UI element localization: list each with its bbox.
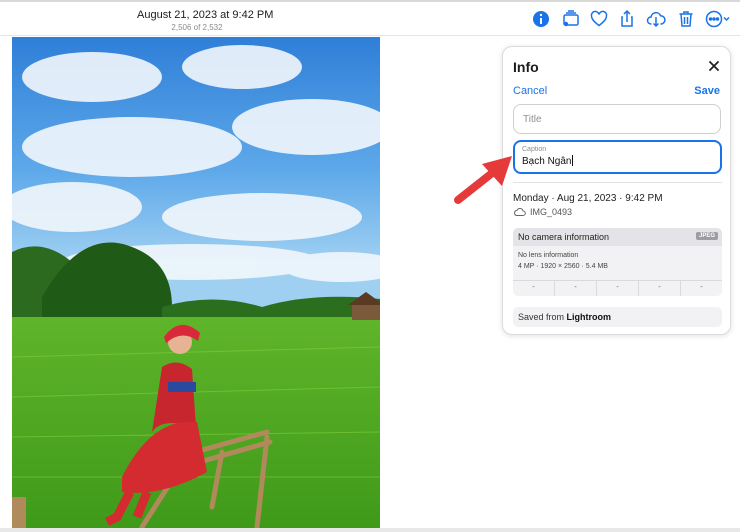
caption-field[interactable]: Caption Bạch Ngân [513, 140, 722, 174]
saved-prefix: Saved from [518, 312, 565, 322]
download-icon[interactable] [646, 9, 666, 29]
capture-date: Monday · Aug 21, 2023 · 9:42 PM [513, 193, 663, 204]
lens-info: No lens information [518, 252, 579, 259]
annotation-arrow-icon [454, 156, 512, 204]
info-panel: Info Cancel Save Title Caption Bạch Ngân… [502, 46, 731, 335]
image-specs: 4 MP · 1920 × 2560 · 5.4 MB [518, 263, 608, 270]
window-bottom-edge [0, 528, 740, 532]
caption-label: Caption [522, 146, 547, 153]
camera-name: No camera information [518, 232, 610, 242]
slideshow-icon[interactable] [561, 9, 581, 29]
caption-value: Bạch Ngân [522, 156, 572, 167]
icloud-icon [514, 208, 526, 216]
metric-ev: - [596, 281, 638, 296]
photo-date: August 21, 2023 at 9:42 PM [137, 9, 274, 21]
metric-aperture: - [638, 281, 680, 296]
toolbar: August 21, 2023 at 9:42 PM 2,506 of 2,53… [0, 2, 740, 36]
photo-header: August 21, 2023 at 9:42 PM 2,506 of 2,53… [137, 9, 274, 32]
trash-icon[interactable] [676, 9, 696, 29]
metric-shutter: - [680, 281, 722, 296]
info-title: Info [513, 59, 539, 75]
file-name: IMG_0493 [530, 207, 573, 217]
metric-iso: - [532, 284, 535, 291]
info-icon[interactable] [531, 9, 551, 29]
photo-count: 2,506 of 2,532 [171, 23, 223, 32]
photo-image[interactable] [12, 37, 380, 528]
camera-info: No camera information JPEG No lens infor… [513, 228, 722, 296]
exif-metrics: - - - - - [513, 280, 722, 296]
title-field[interactable]: Title [513, 104, 721, 134]
saved-app: Lightroom [566, 312, 612, 322]
more-icon[interactable] [704, 9, 732, 29]
divider [513, 182, 722, 183]
saved-from: Saved from Lightroom [513, 307, 722, 327]
save-button[interactable]: Save [694, 85, 720, 97]
close-icon[interactable] [707, 59, 721, 73]
heart-icon[interactable] [589, 9, 609, 29]
format-badge: JPEG [695, 232, 718, 240]
metric-focal: - [554, 281, 596, 296]
text-cursor [572, 155, 574, 166]
share-icon[interactable] [617, 9, 637, 29]
cancel-button[interactable]: Cancel [513, 85, 547, 97]
